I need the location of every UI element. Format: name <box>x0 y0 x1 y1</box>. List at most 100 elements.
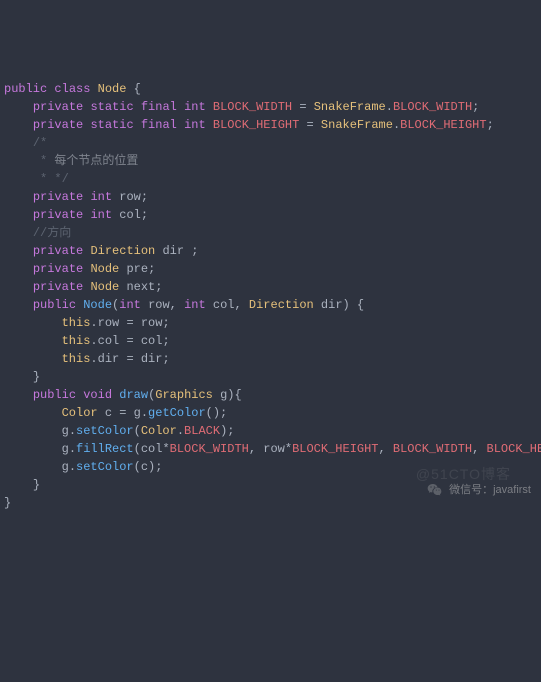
token-kw-int: int <box>90 208 112 222</box>
token-field-name: BLOCK_WIDTH <box>393 442 472 456</box>
token-punct: ; <box>141 208 148 222</box>
code-line: * 每个节点的位置 <box>4 152 537 170</box>
code-line: private Node pre; <box>4 260 537 278</box>
token-punct: . <box>90 334 97 348</box>
token-field-name: BLOCK_HEIGHT <box>487 442 541 456</box>
token-class-name: Color <box>62 406 98 420</box>
token-ident: col <box>119 208 141 222</box>
token-class-name: Direction <box>90 244 155 258</box>
token-kw-private: private <box>33 262 83 276</box>
token-ident: row <box>98 316 120 330</box>
token-ident: c <box>141 460 148 474</box>
token-ident: row <box>119 190 141 204</box>
code-line: } <box>4 368 537 386</box>
token-class-name: SnakeFrame <box>314 100 386 114</box>
code-line: public void draw(Graphics g){ <box>4 386 537 404</box>
token-field-name: BLOCK_WIDTH <box>393 100 472 114</box>
token-punct: = <box>307 118 314 132</box>
token-kw-int: int <box>184 298 206 312</box>
code-line: this.col = col; <box>4 332 537 350</box>
token-punct: = <box>299 100 306 114</box>
token-punct: . <box>90 352 97 366</box>
token-kw-this: this <box>62 316 91 330</box>
code-line: } <box>4 476 537 494</box>
token-comment: /* <box>33 136 47 150</box>
token-ident: c <box>105 406 112 420</box>
token-kw-class: class <box>54 82 90 96</box>
token-ident: col <box>141 334 163 348</box>
token-punct: ; <box>148 262 155 276</box>
token-comment: //方向 <box>33 226 71 240</box>
code-line: this.row = row; <box>4 314 537 332</box>
token-method-name: getColor <box>148 406 206 420</box>
token-method-name: draw <box>119 388 148 402</box>
token-kw-public: public <box>33 298 76 312</box>
token-punct: ( <box>134 460 141 474</box>
token-ident: col <box>213 298 235 312</box>
token-comment: * <box>40 154 54 168</box>
token-punct: ; <box>141 190 148 204</box>
token-ident: next <box>126 280 155 294</box>
code-line: public Node(int row, int col, Direction … <box>4 296 537 314</box>
token-kw-int: int <box>90 190 112 204</box>
code-line: //方向 <box>4 224 537 242</box>
token-punct: . <box>90 316 97 330</box>
token-ident: dir <box>321 298 343 312</box>
token-ident: row <box>263 442 285 456</box>
token-punct: , <box>379 442 393 456</box>
token-punct: , <box>170 298 184 312</box>
token-kw-public: public <box>4 82 47 96</box>
token-punct: ; <box>472 100 479 114</box>
code-line: } <box>4 494 537 512</box>
token-field-name: BLOCK_WIDTH <box>170 442 249 456</box>
token-punct: } <box>33 370 40 384</box>
code-editor: public class Node { private static final… <box>0 72 541 520</box>
token-class-name: Node <box>98 82 127 96</box>
token-punct: ); <box>148 460 162 474</box>
token-ident: col <box>98 334 120 348</box>
token-method-name: fillRect <box>76 442 134 456</box>
code-line: public class Node { <box>4 80 537 98</box>
token-class-name: SnakeFrame <box>321 118 393 132</box>
token-punct: = <box>126 334 133 348</box>
code-line: private int col; <box>4 206 537 224</box>
token-ident: dir <box>98 352 120 366</box>
token-punct: . <box>141 406 148 420</box>
token-field-name: BLACK <box>184 424 220 438</box>
token-class-name: Node <box>90 262 119 276</box>
token-ident: dir <box>162 244 191 258</box>
token-ident: row <box>148 298 170 312</box>
code-line: this.dir = dir; <box>4 350 537 368</box>
token-ident: g <box>62 442 69 456</box>
token-kw-this: this <box>62 334 91 348</box>
token-punct: = <box>126 316 133 330</box>
token-punct: } <box>4 496 11 510</box>
token-punct: , <box>235 298 249 312</box>
token-class-name: Graphics <box>155 388 213 402</box>
token-kw-final: final <box>141 118 177 132</box>
token-field-name: BLOCK_HEIGHT <box>400 118 486 132</box>
token-method-name: setColor <box>76 424 134 438</box>
token-punct: } <box>33 478 40 492</box>
token-kw-final: final <box>141 100 177 114</box>
code-line: Color c = g.getColor(); <box>4 404 537 422</box>
token-punct: , <box>249 442 263 456</box>
token-punct: ) { <box>343 298 365 312</box>
code-line: private Direction dir ; <box>4 242 537 260</box>
token-field-name: BLOCK_WIDTH <box>213 100 292 114</box>
token-kw-private: private <box>33 190 83 204</box>
token-kw-int: int <box>119 298 141 312</box>
token-punct: ; <box>191 244 198 258</box>
token-ident: g <box>62 460 69 474</box>
token-punct: { <box>134 82 141 96</box>
code-line: private Node next; <box>4 278 537 296</box>
token-ident: col <box>141 442 163 456</box>
token-kw-private: private <box>33 208 83 222</box>
token-kw-private: private <box>33 280 83 294</box>
token-punct: = <box>126 352 133 366</box>
token-field-name: BLOCK_HEIGHT <box>213 118 299 132</box>
token-punct: . <box>69 424 76 438</box>
token-class-name: Direction <box>249 298 314 312</box>
token-kw-int: int <box>184 118 206 132</box>
code-line: private int row; <box>4 188 537 206</box>
